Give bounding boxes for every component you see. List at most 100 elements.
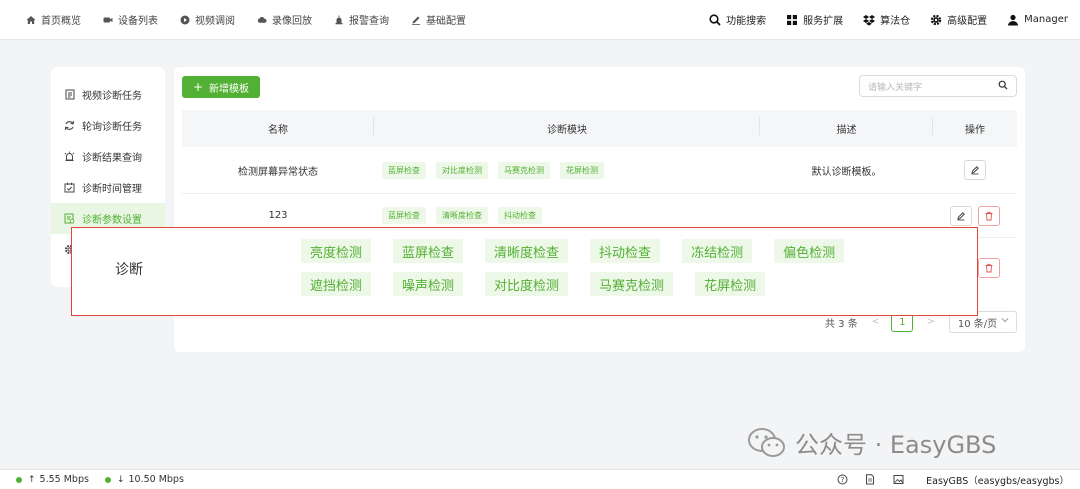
nav-user-label: Manager <box>1024 14 1068 25</box>
search-icon[interactable] <box>998 80 1008 93</box>
sidebar-item-label: 视频诊断任务 <box>82 91 142 102</box>
sidebar-item-poll-task[interactable]: 轮询诊断任务 <box>51 110 165 141</box>
pen-icon <box>411 15 421 25</box>
plus-icon: + <box>192 80 204 94</box>
upload-rate: ↑ 5.55 Mbps <box>16 474 89 485</box>
trash-icon <box>985 263 993 273</box>
chevron-down-icon <box>1001 316 1009 326</box>
calendar-icon <box>64 182 75 193</box>
arrow-up-icon: ↑ <box>28 474 36 485</box>
nav-service-ext[interactable]: 服务扩展 <box>786 12 843 27</box>
total-count: 共 3 条 <box>825 318 858 330</box>
keyword-search-input[interactable]: 请输入关键字 <box>859 75 1017 97</box>
row-actions <box>933 160 1017 180</box>
row-name: 检测屏幕异常状态 <box>238 166 318 178</box>
row-modules: 蓝屏检查 清晰度检查 抖动检查 <box>374 207 760 224</box>
svg-text:?: ? <box>840 476 844 484</box>
nav-function-search-label: 功能搜索 <box>726 16 767 27</box>
row-modules: 蓝屏检查 对比度检测 马赛克检测 花屏检测 <box>374 161 760 179</box>
module-tag: 蓝屏检查 <box>382 207 426 224</box>
online-dot-icon <box>16 476 22 483</box>
nav-devices[interactable]: 设备列表 <box>103 12 158 27</box>
sidebar-item-label: 诊断参数设置 <box>82 215 142 226</box>
module-tag: 冻结检测 <box>682 239 753 263</box>
module-tag: 偏色检测 <box>774 239 845 263</box>
module-tag: 噪声检测 <box>393 272 464 296</box>
image-icon[interactable] <box>892 474 904 486</box>
module-tag: 亮度检测 <box>301 239 372 263</box>
table-header: 名称 诊断模块 描述 操作 <box>182 110 1017 147</box>
delete-button[interactable] <box>978 258 1000 278</box>
download-rate-value: 10.50 Mbps <box>128 474 184 485</box>
module-tag: 对比度检测 <box>485 272 569 296</box>
edit-icon <box>971 166 979 175</box>
search-placeholder: 请输入关键字 <box>868 82 923 93</box>
grid-icon <box>786 14 798 26</box>
alarm-icon <box>334 15 344 25</box>
edit-button[interactable] <box>950 205 972 226</box>
row-description: 默认诊断模板。 <box>811 166 882 178</box>
nav-algorithm[interactable]: 算法仓 <box>863 12 910 27</box>
nav-user[interactable]: Manager <box>1007 14 1068 26</box>
module-tag: 遮挡检测 <box>301 272 372 296</box>
sidebar-item-label: 诊断结果查询 <box>82 153 142 164</box>
module-tooltip: 诊断 亮度检测 蓝屏检查 清晰度检查 抖动检查 冻结检测 偏色检测 遮挡检测 噪… <box>71 227 978 316</box>
nav-playback-label: 录像回放 <box>272 16 312 27</box>
wechat-logo-icon <box>747 426 787 460</box>
sidebar-item-label: 诊断时间管理 <box>82 184 142 195</box>
module-tag: 花屏检测 <box>695 272 766 296</box>
nav-home-label: 首页概览 <box>41 16 81 27</box>
nav-advanced[interactable]: 高级配置 <box>930 12 987 27</box>
search-icon <box>709 13 721 26</box>
sidebar-item-video-task[interactable]: 视频诊断任务 <box>51 79 165 110</box>
delete-button[interactable] <box>978 205 1000 226</box>
tooltip-label: 诊断 <box>115 262 143 278</box>
column-header-modules: 诊断模块 <box>374 117 760 136</box>
add-template-button[interactable]: + 新增模板 <box>182 76 260 98</box>
sidebar-item-time[interactable]: 诊断时间管理 <box>51 172 165 203</box>
help-icon[interactable]: ? <box>836 474 848 486</box>
module-tag: 蓝屏检查 <box>393 239 464 263</box>
nav-video[interactable]: 视频调阅 <box>180 12 235 27</box>
table-row: 检测屏幕异常状态 蓝屏检查 对比度检测 马赛克检测 花屏检测 默认诊断模板。 <box>182 147 1017 194</box>
upload-rate-value: 5.55 Mbps <box>39 474 89 485</box>
next-page-button[interactable]: > <box>927 317 935 327</box>
settings-doc-icon <box>64 213 75 224</box>
play-icon <box>180 15 190 25</box>
gear-icon <box>930 14 942 26</box>
prev-page-button[interactable]: < <box>872 317 880 327</box>
module-tag: 抖动检查 <box>498 207 542 224</box>
sidebar-item-result[interactable]: 诊断结果查询 <box>51 141 165 172</box>
nav-config[interactable]: 基础配置 <box>411 12 466 27</box>
module-tag: 对比度检测 <box>436 161 488 179</box>
camera-icon <box>103 15 113 25</box>
arrow-down-icon: ↓ <box>116 474 125 485</box>
status-bar: ↑ 5.55 Mbps ↓ 10.50 Mbps ? EasyGBS（easyg… <box>0 469 1080 489</box>
trash-icon <box>985 211 993 220</box>
nav-video-label: 视频调阅 <box>195 16 235 27</box>
nav-advanced-label: 高级配置 <box>947 16 988 27</box>
module-tag: 清晰度检查 <box>485 239 569 263</box>
document-icon[interactable] <box>864 474 876 486</box>
result-icon <box>64 151 75 162</box>
main-menu: 首页概览 设备列表 视频调阅 录像回放 报警查询 基础配置 <box>0 12 488 27</box>
task-icon <box>64 89 75 100</box>
edit-button[interactable] <box>964 160 986 180</box>
download-rate: ↓ 10.50 Mbps <box>104 474 184 485</box>
nav-function-search[interactable]: 功能搜索 <box>709 12 766 27</box>
module-tag: 蓝屏检查 <box>382 161 426 179</box>
version-info: EasyGBS（easygbs/easygbs） <box>926 475 1069 487</box>
top-navigation-bar: 首页概览 设备列表 视频调阅 录像回放 报警查询 基础配置 功能搜索 服务扩展 … <box>0 0 1080 40</box>
user-icon <box>1007 14 1019 26</box>
cloud-icon <box>257 15 267 25</box>
watermark-text: 公众号 · EasyGBS <box>795 431 997 459</box>
nav-home[interactable]: 首页概览 <box>26 12 81 27</box>
page-size-value: 10 条/页 <box>957 318 998 330</box>
home-icon <box>26 15 36 25</box>
nav-alarm[interactable]: 报警查询 <box>334 12 389 27</box>
module-tag: 花屏检测 <box>560 161 604 179</box>
nav-playback[interactable]: 录像回放 <box>257 12 312 27</box>
column-header-description: 描述 <box>760 117 933 136</box>
nav-algorithm-label: 算法仓 <box>880 16 911 27</box>
module-tag: 清晰度检查 <box>436 207 488 224</box>
